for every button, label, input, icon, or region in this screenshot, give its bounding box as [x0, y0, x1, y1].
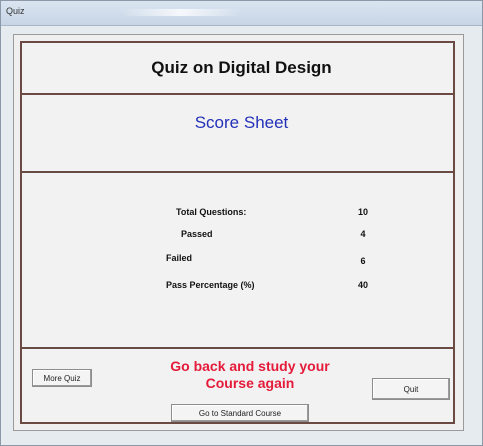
failed-label: Failed — [166, 253, 193, 263]
go-to-standard-course-button[interactable]: Go to Standard Course — [171, 404, 309, 422]
quiz-title: Quiz on Digital Design — [151, 58, 332, 77]
score-divider — [20, 171, 455, 173]
study-message: Go back and study your Course again — [170, 358, 330, 391]
title-bar: Quiz — [1, 1, 482, 26]
window-title: Quiz — [6, 6, 25, 16]
total-questions-value: 10 — [357, 207, 368, 217]
failed-value: 6 — [360, 256, 366, 266]
footer-divider — [20, 347, 455, 349]
passed-value: 4 — [360, 229, 366, 239]
title-bar-highlight — [121, 9, 241, 16]
score-sheet-title: Score Sheet — [194, 113, 289, 132]
header-divider — [20, 93, 455, 95]
total-questions-label: Total Questions: — [176, 207, 247, 217]
passed-label: Passed — [181, 229, 213, 239]
pass-percentage-label: Pass Percentage (%) — [166, 280, 255, 290]
quit-button[interactable]: Quit — [372, 378, 450, 400]
more-quiz-button[interactable]: More Quiz — [32, 369, 92, 387]
pass-percentage-value: 40 — [357, 280, 368, 290]
